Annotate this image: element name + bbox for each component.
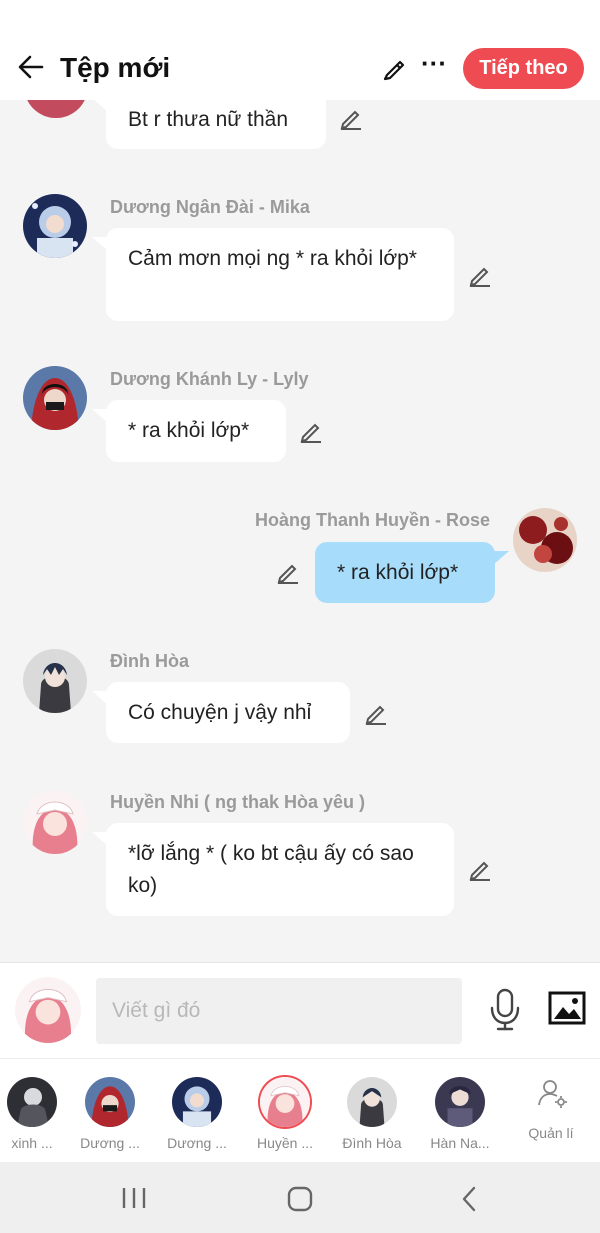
character-avatar [7,1077,57,1127]
home-icon[interactable] [286,1185,314,1213]
bubble-tail [493,551,509,565]
sender-name: Dương Khánh Ly - Lyly [110,369,309,389]
avatar[interactable] [513,508,577,572]
character-item[interactable]: Huyền ... [245,1077,325,1157]
next-button[interactable]: Tiếp theo [463,48,584,89]
manage-characters-button[interactable]: Quản lí [515,1077,587,1157]
character-item[interactable]: xinh ... [0,1077,72,1157]
character-avatar [172,1077,222,1127]
manage-label: Quản lí [528,1125,574,1141]
edit-pencil-icon[interactable] [378,52,412,86]
message-bubble[interactable]: Cảm mơn mọi ng * ra khỏi lớp* [106,228,454,321]
sender-name: Hoàng Thanh Huyền - Rose [254,510,490,530]
user-settings-icon [537,1077,569,1109]
microphone-icon[interactable] [488,988,522,1032]
page-title: Tệp mới [60,52,171,83]
edit-message-icon[interactable] [298,418,324,444]
chat-editor-screen: Bt r thưa nữ thần Dương Ngân Đài - Mika … [0,0,600,1233]
edit-message-icon[interactable] [363,700,389,726]
composer-avatar[interactable] [15,977,81,1043]
message-text: Bt r thưa nữ thần [128,108,289,131]
avatar[interactable] [23,194,87,258]
edit-message-icon[interactable] [467,856,493,882]
character-name: Đình Hòa [342,1135,402,1151]
avatar[interactable] [23,366,87,430]
sender-name: Đình Hòa [110,651,189,671]
composer-bar [0,962,600,1058]
character-name: Hàn Na... [430,1135,490,1151]
avatar[interactable] [23,790,87,854]
top-bar: Tệp mới ··· Tiếp theo [0,0,600,100]
nav-back-icon[interactable] [458,1186,482,1212]
message-bubble[interactable]: * ra khỏi lớp* [315,542,495,603]
system-navigation-bar [0,1162,600,1233]
message-bubble[interactable]: * ra khỏi lớp* [106,400,286,462]
character-item[interactable]: Dương ... [157,1077,237,1157]
character-name: xinh ... [11,1135,53,1151]
character-item[interactable]: Hàn Na... [420,1077,500,1157]
sender-name: Dương Ngân Đài - Mika [110,197,310,217]
more-options-button[interactable]: ··· [420,50,448,82]
edit-message-icon[interactable] [467,262,493,288]
character-avatar [85,1077,135,1127]
message-text: * ra khỏi lớp* [128,419,250,442]
character-strip: xinh ... Dương ... Dương ... Huyền ... Đ… [0,1058,600,1162]
character-name: Huyền ... [256,1135,314,1151]
character-avatar [347,1077,397,1127]
message-text: Cảm mơn mọi ng * ra khỏi lớp* [128,247,417,270]
message-text: Có chuyện j vậy nhỉ [128,701,312,724]
edit-message-icon[interactable] [275,559,301,585]
character-name: Dương ... [80,1135,140,1151]
character-avatar [435,1077,485,1127]
back-arrow-icon[interactable] [14,50,48,84]
avatar[interactable] [23,649,87,713]
character-name: Dương ... [167,1135,227,1151]
message-list[interactable]: Bt r thưa nữ thần Dương Ngân Đài - Mika … [0,0,600,962]
image-icon[interactable] [548,991,586,1025]
character-avatar [260,1077,310,1127]
edit-message-icon[interactable] [338,105,364,131]
character-item[interactable]: Dương ... [70,1077,150,1157]
recent-apps-icon[interactable] [120,1186,148,1210]
message-bubble[interactable]: Có chuyện j vậy nhỉ [106,682,350,743]
message-input[interactable] [96,978,462,1044]
character-item[interactable]: Đình Hòa [332,1077,412,1157]
message-text: *lỡ lắng * ( ko bt cậu ấy có sao ko) [128,842,414,897]
message-text: * ra khỏi lớp* [337,561,459,584]
sender-name: Huyền Nhi ( ng thak Hòa yêu ) [110,792,366,812]
message-bubble[interactable]: *lỡ lắng * ( ko bt cậu ấy có sao ko) [106,823,454,916]
